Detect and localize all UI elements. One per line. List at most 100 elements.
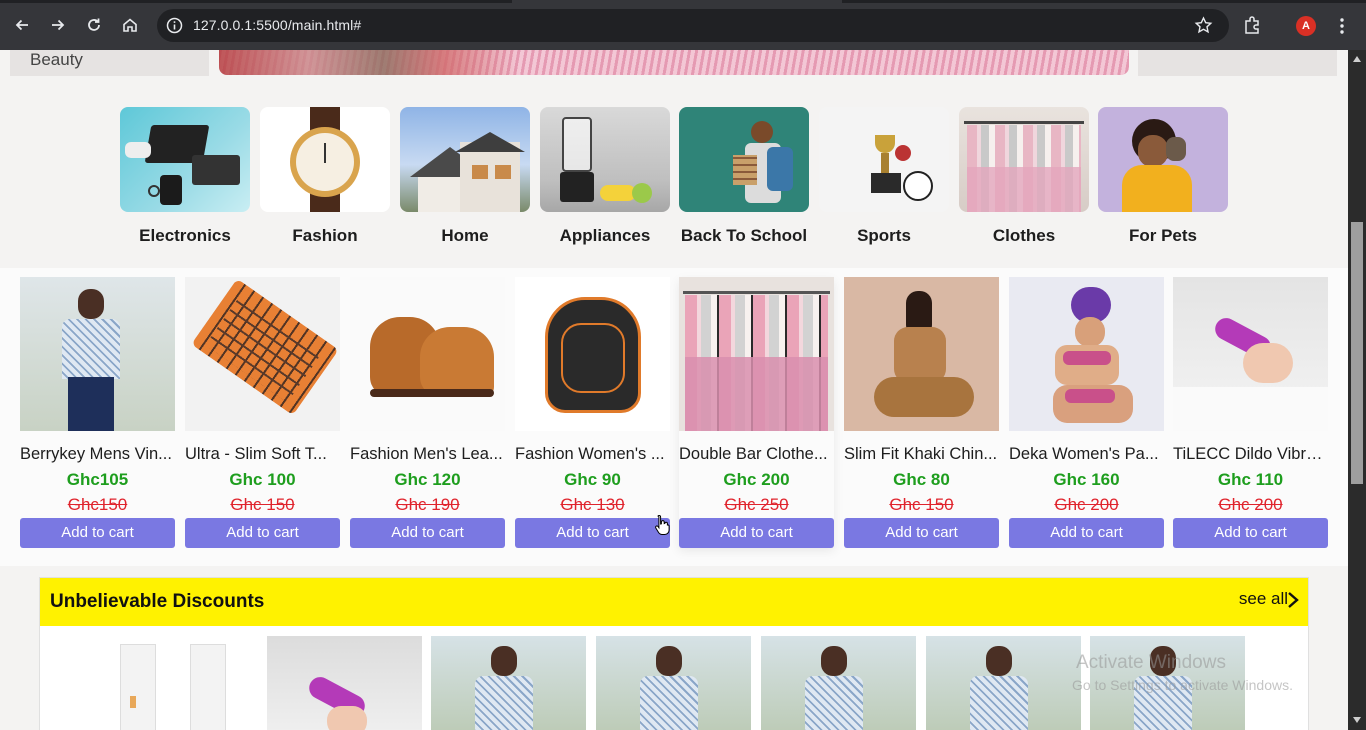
watch-image bbox=[260, 107, 390, 212]
info-icon[interactable] bbox=[165, 16, 184, 35]
product-card[interactable]: Berrykey Mens Vin... Ghc105 Ghc150 Add t… bbox=[20, 277, 175, 548]
product-old-price: Ghc 150 bbox=[230, 495, 295, 514]
category-home[interactable]: Home bbox=[400, 107, 530, 245]
electronics-image bbox=[120, 107, 250, 212]
discount-product-image[interactable] bbox=[431, 636, 586, 730]
product-image[interactable] bbox=[350, 277, 505, 431]
product-old-price: Ghc 200 bbox=[1218, 495, 1283, 514]
discount-product-image[interactable] bbox=[926, 636, 1081, 730]
chevron-right-icon[interactable] bbox=[1286, 591, 1300, 609]
add-to-cart-button[interactable]: Add to cart bbox=[1009, 518, 1164, 548]
discount-product-image[interactable] bbox=[596, 636, 751, 730]
product-price: Ghc 120 bbox=[394, 470, 461, 489]
category-fashion[interactable]: Fashion bbox=[260, 107, 390, 245]
add-to-cart-button[interactable]: Add to cart bbox=[350, 518, 505, 548]
product-name[interactable]: Slim Fit Khaki Chin... bbox=[844, 445, 999, 464]
vertical-scrollbar[interactable] bbox=[1348, 50, 1366, 730]
product-image[interactable] bbox=[20, 277, 175, 431]
product-card[interactable]: Deka Women's Pa... Ghc 160 Ghc 200 Add t… bbox=[1009, 277, 1164, 548]
clothes-rack-image bbox=[959, 107, 1089, 212]
product-image[interactable] bbox=[679, 277, 834, 431]
product-name[interactable]: Double Bar Clothe... bbox=[679, 445, 834, 464]
right-promo-box bbox=[1138, 50, 1337, 76]
add-to-cart-button[interactable]: Add to cart bbox=[1173, 518, 1328, 548]
school-image bbox=[679, 107, 809, 212]
more-menu-icon[interactable] bbox=[1334, 15, 1350, 37]
house-image bbox=[400, 107, 530, 212]
activate-windows-title: Activate Windows bbox=[1076, 652, 1226, 673]
product-old-price: Ghc 200 bbox=[1054, 495, 1119, 514]
tab-strip bbox=[0, 0, 1366, 3]
product-image[interactable] bbox=[844, 277, 999, 431]
active-tab-edge[interactable] bbox=[512, 0, 842, 3]
product-card[interactable]: Ultra - Slim Soft T... Ghc 100 Ghc 150 A… bbox=[185, 277, 340, 548]
product-card[interactable]: Double Bar Clothe... Ghc 200 Ghc 250 Add… bbox=[679, 277, 834, 548]
add-to-cart-button[interactable]: Add to cart bbox=[844, 518, 999, 548]
bookmark-star-icon[interactable] bbox=[1194, 16, 1213, 35]
product-old-price: Ghc 150 bbox=[889, 495, 954, 514]
discounts-header: Unbelievable Discounts see all bbox=[40, 578, 1308, 626]
product-image[interactable] bbox=[1173, 277, 1328, 431]
category-for-pets[interactable]: For Pets bbox=[1098, 107, 1228, 245]
hero-banner[interactable] bbox=[219, 50, 1129, 75]
product-price: Ghc 80 bbox=[893, 470, 950, 489]
category-electronics[interactable]: Electronics bbox=[120, 107, 250, 245]
product-name[interactable]: Ultra - Slim Soft T... bbox=[185, 445, 340, 464]
side-menu-item-beauty[interactable]: Beauty bbox=[10, 50, 209, 76]
back-button[interactable] bbox=[8, 11, 36, 39]
add-to-cart-button[interactable]: Add to cart bbox=[679, 518, 834, 548]
category-back-to-school[interactable]: Back To School bbox=[679, 107, 809, 245]
product-name[interactable]: Fashion Women's ... bbox=[515, 445, 670, 464]
pet-image bbox=[1098, 107, 1228, 212]
category-appliances[interactable]: Appliances bbox=[540, 107, 670, 245]
product-price: Ghc 90 bbox=[564, 470, 621, 489]
add-to-cart-button[interactable]: Add to cart bbox=[20, 518, 175, 548]
product-name[interactable]: Berrykey Mens Vin... bbox=[20, 445, 175, 464]
product-image[interactable] bbox=[515, 277, 670, 431]
product-card[interactable]: Fashion Men's Lea... Ghc 120 Ghc 190 Add… bbox=[350, 277, 505, 548]
scrollbar-thumb[interactable] bbox=[1351, 222, 1363, 484]
add-to-cart-button[interactable]: Add to cart bbox=[515, 518, 670, 548]
blender-image bbox=[540, 107, 670, 212]
forward-button[interactable] bbox=[44, 11, 72, 39]
product-name[interactable]: TiLECC Dildo Vibra... bbox=[1173, 445, 1328, 464]
product-name[interactable]: Deka Women's Pa... bbox=[1009, 445, 1164, 464]
product-card[interactable]: Slim Fit Khaki Chin... Ghc 80 Ghc 150 Ad… bbox=[844, 277, 999, 548]
product-price: Ghc 100 bbox=[229, 470, 296, 489]
profile-avatar[interactable]: A bbox=[1296, 16, 1316, 36]
product-price: Ghc 200 bbox=[723, 470, 790, 489]
discount-product-image[interactable] bbox=[761, 636, 916, 730]
arrow-left-icon bbox=[15, 19, 28, 31]
discounts-title: Unbelievable Discounts bbox=[50, 591, 265, 612]
url-text[interactable]: 127.0.0.1:5500/main.html# bbox=[193, 17, 361, 33]
add-to-cart-button[interactable]: Add to cart bbox=[185, 518, 340, 548]
scroll-up-icon[interactable] bbox=[1353, 56, 1361, 62]
category-sports[interactable]: Sports bbox=[819, 107, 949, 245]
extensions-puzzle-icon[interactable] bbox=[1242, 14, 1264, 36]
home-icon bbox=[123, 18, 137, 32]
product-name[interactable]: Fashion Men's Lea... bbox=[350, 445, 505, 464]
activate-windows-subtitle: Go to Settings to activate Windows. bbox=[1072, 677, 1293, 693]
reload-icon bbox=[88, 18, 100, 31]
address-bar[interactable]: 127.0.0.1:5500/main.html# bbox=[157, 9, 1229, 42]
category-clothes[interactable]: Clothes bbox=[959, 107, 1089, 245]
product-card[interactable]: TiLECC Dildo Vibra... Ghc 110 Ghc 200 Ad… bbox=[1173, 277, 1328, 548]
hero-banner-shade bbox=[219, 50, 519, 75]
see-all-link[interactable]: see all bbox=[1239, 589, 1288, 609]
discount-product-image[interactable] bbox=[267, 636, 422, 730]
product-old-price: Ghc 130 bbox=[560, 495, 625, 514]
product-price: Ghc 160 bbox=[1053, 470, 1120, 489]
arrow-right-icon bbox=[52, 19, 65, 31]
product-image[interactable] bbox=[185, 277, 340, 431]
home-button[interactable] bbox=[116, 11, 144, 39]
category-label: For Pets bbox=[1128, 226, 1198, 245]
product-old-price: Ghc 250 bbox=[724, 495, 789, 514]
product-card[interactable]: Fashion Women's ... Ghc 90 Ghc 130 Add t… bbox=[515, 277, 670, 548]
scroll-down-icon[interactable] bbox=[1353, 717, 1361, 723]
reload-button[interactable] bbox=[80, 11, 108, 39]
discount-product-image[interactable] bbox=[102, 636, 257, 730]
page-viewport: Beauty Electronics Fashion Home Applianc… bbox=[0, 50, 1348, 730]
product-carousel: Berrykey Mens Vin... Ghc105 Ghc150 Add t… bbox=[0, 268, 1348, 566]
product-image[interactable] bbox=[1009, 277, 1164, 431]
side-menu-item-label: Beauty bbox=[30, 50, 83, 69]
